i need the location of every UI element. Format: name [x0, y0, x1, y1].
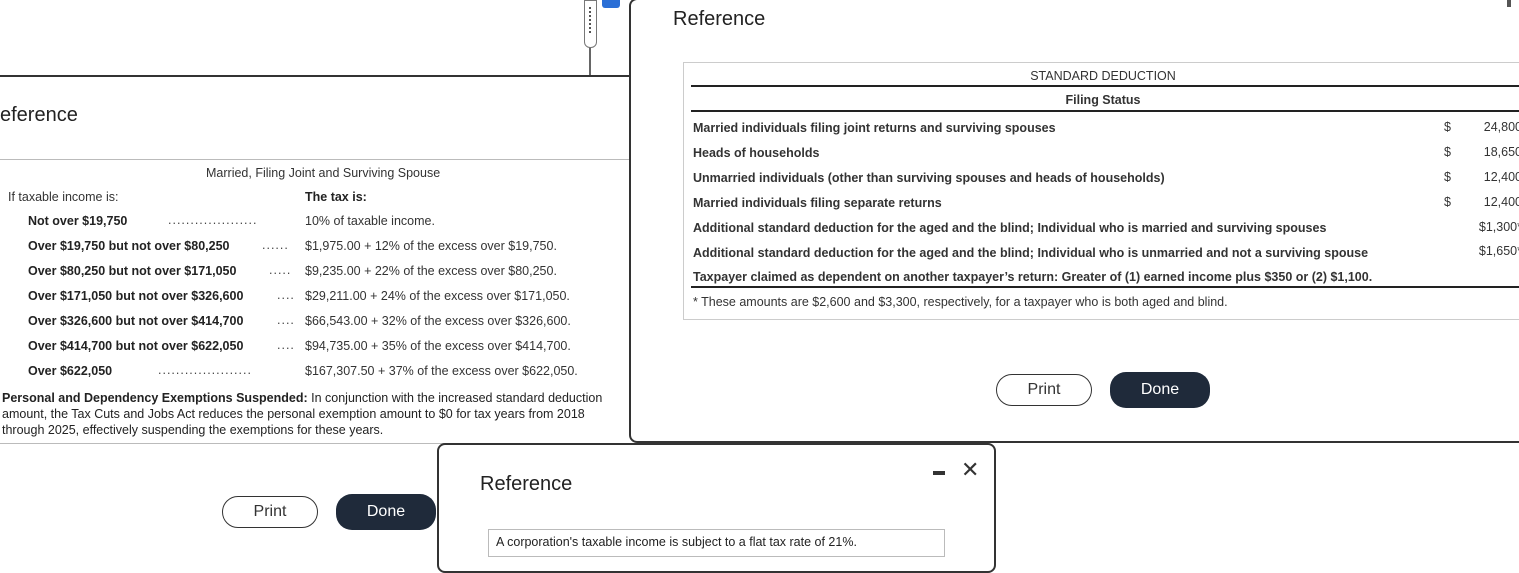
table-row-condition: Over $171,050 but not over $326,600	[28, 289, 244, 303]
footnote: * These amounts are $2,600 and $3,300, r…	[693, 295, 1228, 309]
done-button[interactable]: Done	[336, 494, 436, 530]
window-title: Reference	[480, 473, 573, 495]
window-title: Reference	[673, 8, 766, 30]
deduction-amount: 24,800	[1483, 120, 1519, 134]
deduction-amount: $1,650*	[1478, 244, 1519, 258]
table-title: Married, Filing Joint and Surviving Spou…	[206, 166, 441, 180]
table-row-result: $167,307.50 + 37% of the excess over $62…	[305, 364, 578, 378]
standard-deduction-table: STANDARD DEDUCTION Filing Status Married…	[683, 62, 1519, 320]
deduction-amount: 12,400	[1483, 195, 1519, 209]
table-row-result: $9,235.00 + 22% of the excess over $80,2…	[305, 264, 557, 278]
deduction-amount: 18,650	[1483, 145, 1519, 159]
print-button[interactable]: Print	[996, 374, 1092, 406]
deduction-row-label: Married individuals filing separate retu…	[693, 196, 942, 210]
top-divider	[0, 75, 630, 77]
deduction-row-label: Heads of households	[693, 146, 820, 160]
scrollbar[interactable]	[1507, 0, 1511, 7]
deduction-row-label: Taxpayer claimed as dependent on another…	[693, 270, 1373, 284]
window-title: eference	[0, 104, 78, 126]
exemption-note: Personal and Dependency Exemptions Suspe…	[2, 390, 630, 438]
table-row-condition: Over $414,700 but not over $622,050	[28, 339, 244, 353]
deduction-row-label: Additional standard deduction for the ag…	[693, 246, 1369, 260]
currency-symbol: $	[1444, 195, 1451, 209]
leader-dots: .....	[269, 263, 292, 277]
table-rule	[691, 110, 1519, 112]
note-heading: Personal and Dependency Exemptions Suspe…	[2, 391, 308, 405]
close-icon[interactable]: ✕	[961, 457, 979, 483]
deduction-amount: 12,400	[1483, 170, 1519, 184]
pencil-icon[interactable]	[602, 0, 620, 8]
minimize-icon[interactable]	[933, 471, 945, 475]
table-row-result: $66,543.00 + 32% of the excess over $326…	[305, 314, 571, 328]
leader-dots: ....	[277, 288, 295, 302]
leader-dots: .....................	[158, 363, 252, 377]
table-row-result: $94,735.00 + 35% of the excess over $414…	[305, 339, 571, 353]
column-header-income: If taxable income is:	[8, 190, 119, 204]
table-heading: STANDARD DEDUCTION	[1030, 69, 1176, 83]
table-row-condition: Over $326,600 but not over $414,700	[28, 314, 244, 328]
print-button[interactable]: Print	[222, 496, 318, 528]
currency-symbol: $	[1444, 120, 1451, 134]
corporate-tax-text: A corporation's taxable income is subjec…	[488, 529, 945, 557]
deduction-row-label: Additional standard deduction for the ag…	[693, 221, 1327, 235]
leader-dots: ......	[262, 238, 289, 252]
table-rule	[691, 286, 1519, 288]
table-row-condition: Over $622,050	[28, 364, 113, 378]
standard-deduction-window: Reference STANDARD DEDUCTION Filing Stat…	[629, 0, 1519, 443]
done-button[interactable]: Done	[1110, 372, 1210, 408]
table-row-result: $1,975.00 + 12% of the excess over $19,7…	[305, 239, 557, 253]
table-row-condition: Not over $19,750	[28, 214, 128, 228]
leader-dots: ....	[277, 338, 295, 352]
leader-dots: ....................	[168, 213, 258, 227]
drag-handle-icon[interactable]	[584, 0, 597, 48]
deduction-amount: $1,300*	[1478, 220, 1519, 234]
table-row-result: 10% of taxable income.	[305, 214, 435, 228]
deduction-row-label: Unmarried individuals (other than surviv…	[693, 171, 1165, 185]
corporate-tax-window: Reference ✕ A corporation's taxable inco…	[437, 443, 996, 573]
column-header-tax: The tax is:	[305, 190, 367, 204]
currency-symbol: $	[1444, 145, 1451, 159]
leader-dots: ....	[277, 313, 295, 327]
currency-symbol: $	[1444, 170, 1451, 184]
table-row-result: $29,211.00 + 24% of the excess over $171…	[305, 289, 570, 303]
table-row-condition: Over $80,250 but not over $171,050	[28, 264, 237, 278]
deduction-row-label: Married individuals filing joint returns…	[693, 121, 1056, 135]
column-header-filing-status: Filing Status	[1065, 93, 1141, 107]
table-row-condition: Over $19,750 but not over $80,250	[28, 239, 230, 253]
table-rule	[691, 85, 1519, 87]
divider	[0, 159, 630, 160]
